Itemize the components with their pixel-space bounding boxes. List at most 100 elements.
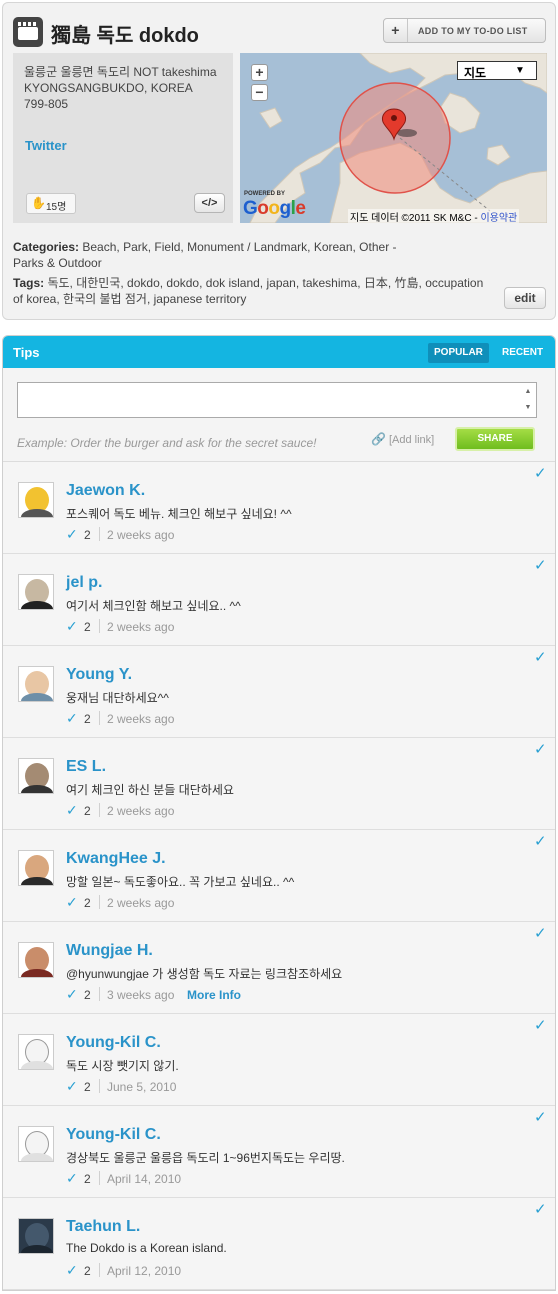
twitter-link[interactable]: Twitter — [25, 138, 67, 153]
avatar[interactable] — [18, 1218, 54, 1254]
tip-item: KwangHee J. 망할 일본~ 독도좋아요.. 꼭 가보고 싶네요.. ^… — [3, 830, 555, 922]
tip-text: 망할 일본~ 독도좋아요.. 꼭 가보고 싶네요.. ^^ — [66, 875, 295, 889]
edit-button[interactable]: edit — [504, 287, 546, 309]
tip-item: Young-Kil C. 독도 시장 뺏기지 않기. ✓ 2 June 5, 2… — [3, 1014, 555, 1106]
thumbs-up-icon: ✋ — [31, 196, 46, 210]
tip-item: Jaewon K. 포스퀘어 독도 베뉴. 체크인 해보구 싶네요! ^^ ✓ … — [3, 462, 555, 554]
tip-input[interactable] — [17, 382, 537, 418]
categories: Categories: Beach, Park, Field, Monument… — [13, 239, 413, 271]
mark-done-check-icon[interactable]: ✓ — [534, 556, 547, 574]
location-radius-circle — [339, 82, 451, 194]
tip-text: 여기 체크인 하신 분들 대단하세요 — [66, 783, 234, 797]
embed-button[interactable]: </> — [194, 193, 225, 213]
tip-item: Wungjae H. @hyunwungjae 가 생성함 독도 자료는 링크참… — [3, 922, 555, 1014]
mark-done-check-icon[interactable]: ✓ — [534, 1200, 547, 1218]
tip-done-count: 2 — [84, 804, 91, 818]
tips-panel: Tips POPULAR RECENT ▲ ▼ Example: Order th… — [2, 335, 556, 1291]
check-icon[interactable]: ✓ — [66, 618, 78, 635]
avatar[interactable] — [18, 850, 54, 886]
categories-label: Categories: — [13, 240, 80, 254]
tab-recent[interactable]: RECENT — [496, 343, 549, 363]
add-to-todo-button[interactable]: + ADD TO MY TO-DO LIST — [383, 18, 546, 43]
terms-link[interactable]: 이용약관 — [480, 213, 517, 223]
tip-item: Young-Kil C. 경상북도 울릉군 울릉읍 독도리 1~96번지독도는 … — [3, 1106, 555, 1198]
tags: Tags: 독도, 대한민국, dokdo, dokdo, dok island… — [13, 275, 493, 307]
dropdown-arrow-icon: ▼ — [515, 65, 525, 76]
tags-list: 독도, 대한민국, dokdo, dokdo, dok island, japa… — [13, 276, 484, 306]
divider — [99, 1263, 100, 1277]
map-data-credit: 지도 데이터 ©2011 SK M&C - — [350, 213, 481, 223]
zoom-in-button[interactable]: + — [251, 64, 268, 81]
tip-text: The Dokdo is a Korean island. — [66, 1241, 227, 1255]
address-line-2: KYONGSANGBUKDO, KOREA — [24, 81, 193, 95]
map[interactable]: + − 지도 ▼ POWERED BY Google 지도 데이터 ©2011 … — [240, 53, 547, 223]
tip-user-name[interactable]: Wungjae H. — [66, 942, 153, 960]
share-button[interactable]: SHARE — [455, 427, 535, 451]
avatar[interactable] — [18, 758, 54, 794]
tip-date: 2 weeks ago — [107, 620, 175, 634]
tip-date: June 5, 2010 — [107, 1080, 177, 1094]
tip-user-name[interactable]: Taehun L. — [66, 1218, 140, 1236]
check-icon[interactable]: ✓ — [66, 802, 78, 819]
avatar[interactable] — [18, 666, 54, 702]
avatar[interactable] — [18, 1126, 54, 1162]
map-credit: 지도 데이터 ©2011 SK M&C - 이용약관 — [348, 209, 520, 223]
check-icon[interactable]: ✓ — [66, 1170, 78, 1187]
mark-done-check-icon[interactable]: ✓ — [534, 924, 547, 942]
mark-done-check-icon[interactable]: ✓ — [534, 464, 547, 482]
check-icon[interactable]: ✓ — [66, 526, 78, 543]
check-icon[interactable]: ✓ — [66, 1262, 78, 1279]
check-icon[interactable]: ✓ — [66, 1078, 78, 1095]
tip-user-name[interactable]: Young-Kil C. — [66, 1126, 161, 1144]
venue-title: 獨島 독도 dokdo — [51, 25, 199, 47]
tab-popular[interactable]: POPULAR — [428, 343, 489, 363]
tip-user-name[interactable]: Jaewon K. — [66, 482, 145, 500]
tip-date: 2 weeks ago — [107, 712, 175, 726]
tip-compose: ▲ ▼ Example: Order the burger and ask for… — [3, 368, 555, 462]
avatar[interactable] — [18, 574, 54, 610]
tips-title: Tips — [13, 345, 40, 360]
check-icon[interactable]: ✓ — [66, 710, 78, 727]
avatar[interactable] — [18, 942, 54, 978]
tip-user-name[interactable]: KwangHee J. — [66, 850, 166, 868]
tip-date: April 12, 2010 — [107, 1264, 182, 1278]
tip-user-name[interactable]: Young-Kil C. — [66, 1034, 161, 1052]
tip-example-text: Example: Order the burger and ask for th… — [17, 436, 317, 450]
like-count: 15명 — [46, 202, 67, 213]
tip-text: 독도 시장 뺏기지 않기. — [66, 1059, 179, 1073]
tags-label: Tags: — [13, 276, 45, 290]
avatar[interactable] — [18, 1034, 54, 1070]
add-link-button[interactable]: 🔗 [Add link] — [371, 432, 434, 446]
map-type-select[interactable]: 지도 ▼ — [457, 61, 537, 80]
google-logo[interactable]: Google — [243, 198, 306, 220]
tip-user-name[interactable]: Young Y. — [66, 666, 132, 684]
mark-done-check-icon[interactable]: ✓ — [534, 832, 547, 850]
check-icon[interactable]: ✓ — [66, 986, 78, 1003]
mark-done-check-icon[interactable]: ✓ — [534, 740, 547, 758]
mark-done-check-icon[interactable]: ✓ — [534, 648, 547, 666]
more-info-link[interactable]: More Info — [187, 988, 241, 1002]
tip-done-count: 2 — [84, 712, 91, 726]
mark-done-check-icon[interactable]: ✓ — [534, 1108, 547, 1126]
tip-user-name[interactable]: ES L. — [66, 758, 106, 776]
tip-done-count: 2 — [84, 528, 91, 542]
address-line-1: 울릉군 울릉면 독도리 NOT takeshima — [24, 65, 217, 79]
tip-date: 3 weeks ago — [107, 988, 175, 1002]
tip-done-count: 2 — [84, 1264, 91, 1278]
input-scroll-arrows[interactable]: ▲ ▼ — [521, 384, 535, 416]
tip-done-count: 2 — [84, 1172, 91, 1186]
avatar[interactable] — [18, 482, 54, 518]
divider — [99, 803, 100, 817]
add-link-label: [Add link] — [388, 434, 435, 446]
address-box: 울릉군 울릉면 독도리 NOT takeshima KYONGSANGBUKDO… — [13, 53, 233, 223]
tip-text: 여기서 체크인함 해보고 싶네요.. ^^ — [66, 599, 241, 613]
tip-text: 웅재님 대단하세요^^ — [66, 691, 169, 705]
check-icon[interactable]: ✓ — [66, 894, 78, 911]
mark-done-check-icon[interactable]: ✓ — [534, 1016, 547, 1034]
tip-user-name[interactable]: jel p. — [66, 574, 102, 592]
divider — [99, 1171, 100, 1185]
tip-done-count: 2 — [84, 620, 91, 634]
facebook-like-button[interactable]: ✋ 15명 — [26, 193, 76, 214]
zoom-out-button[interactable]: − — [251, 84, 268, 101]
divider — [99, 1079, 100, 1093]
